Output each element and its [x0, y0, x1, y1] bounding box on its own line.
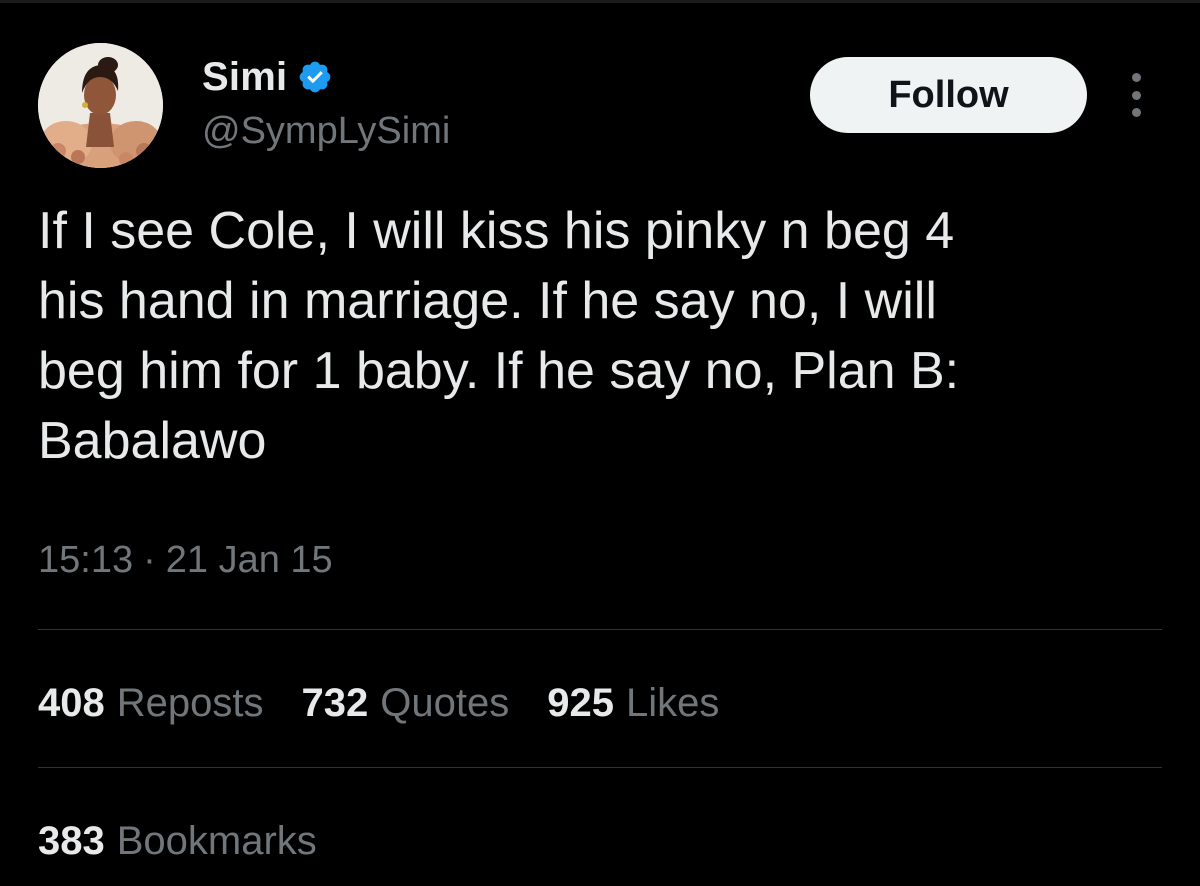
tweet-text-line: beg him for 1 baby. If he say no, Plan B…: [38, 342, 960, 400]
divider: [38, 767, 1162, 768]
more-dot: [1131, 73, 1141, 82]
bookmarks-stat-inner: 383 Bookmarks: [38, 819, 317, 864]
likes-label: Likes: [625, 680, 720, 725]
author-handle[interactable]: @SympLySimi: [202, 110, 450, 153]
divider: [38, 629, 1162, 630]
more-dot: [1131, 90, 1141, 100]
tweet-text-line: Babalawo: [38, 412, 267, 470]
tweet-time: 15:13: [38, 539, 134, 581]
verified-badge-icon: [299, 61, 331, 93]
bookmarks-count: 383: [38, 818, 105, 863]
reposts-stat[interactable]: 408 Reposts: [38, 681, 264, 726]
more-vertical-icon[interactable]: [1118, 70, 1154, 120]
likes-stat[interactable]: 925 Likes: [547, 681, 719, 726]
tweet-timestamp[interactable]: 15:13 · 21 Jan 15: [38, 539, 333, 582]
avatar[interactable]: [38, 43, 163, 168]
quotes-stat[interactable]: 732 Quotes: [302, 681, 510, 726]
more-dot: [1131, 108, 1141, 117]
tweet-text: If I see Cole, I will kiss his pinky n b…: [38, 196, 1148, 476]
author-display-name[interactable]: Simi: [202, 55, 287, 100]
engagement-stats: 408 Reposts 732 Quotes 925 Likes: [38, 675, 719, 731]
meta-separator: ·: [143, 539, 156, 581]
follow-button[interactable]: Follow: [810, 57, 1087, 133]
likes-count: 925: [547, 680, 614, 725]
tweet-date: 21 Jan 15: [165, 539, 333, 581]
bookmarks-stat[interactable]: 383 Bookmarks: [38, 813, 317, 869]
tweet-text-line: If I see Cole, I will kiss his pinky n b…: [38, 202, 955, 260]
bookmarks-label: Bookmarks: [116, 818, 317, 863]
tweet-text-line: his hand in marriage. If he say no, I wi…: [38, 272, 937, 330]
quotes-count: 732: [301, 680, 369, 725]
author-name-row: Simi: [202, 52, 333, 102]
reposts-count: 408: [38, 680, 105, 725]
profile-photo-icon: [38, 43, 163, 168]
quotes-label: Quotes: [380, 680, 510, 725]
tweet-card: Simi @SympLySimi Follow If I see Cole, I…: [0, 0, 1200, 886]
reposts-label: Reposts: [116, 680, 264, 725]
